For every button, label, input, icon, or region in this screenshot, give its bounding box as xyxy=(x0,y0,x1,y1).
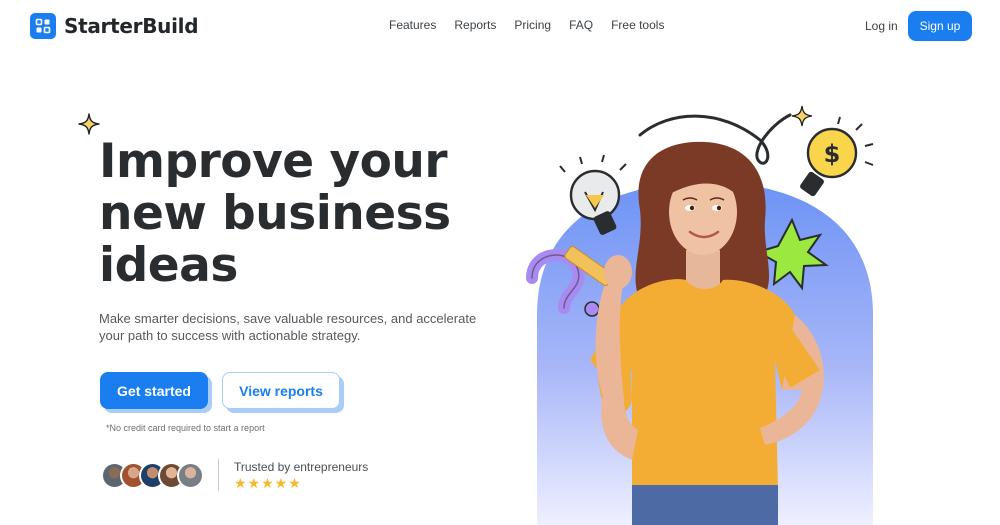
headline-line-2: new business xyxy=(99,186,451,241)
brand-logo[interactable]: StarterBuild xyxy=(30,13,199,39)
view-reports-button[interactable]: View reports xyxy=(222,372,340,409)
nav-link-reports[interactable]: Reports xyxy=(454,18,496,32)
trusted-by-text: Trusted by entrepreneurs xyxy=(234,460,369,474)
main-menu: Features Reports Pricing FAQ Free tools xyxy=(389,18,664,32)
dollar-lightbulb-icon: $ xyxy=(800,116,874,197)
nav-link-free-tools[interactable]: Free tools xyxy=(611,18,664,32)
headline-line-1: Improve your xyxy=(99,134,448,189)
rating-stars: ★★★★★ xyxy=(234,475,302,491)
hero-illustration: $ xyxy=(526,105,874,525)
avatar-group xyxy=(101,462,204,489)
sparkle-icon xyxy=(78,113,100,135)
hero-subtext: Make smarter decisions, save valuable re… xyxy=(99,311,477,343)
headline-line-3: ideas xyxy=(99,238,238,293)
no-credit-card-note: *No credit card required to start a repo… xyxy=(106,423,265,433)
avatar xyxy=(177,462,204,489)
sparkle-icon xyxy=(791,105,813,127)
login-link[interactable]: Log in xyxy=(865,19,898,33)
hero-headline: Improve your new business ideas xyxy=(99,136,519,292)
signup-button[interactable]: Sign up xyxy=(908,11,972,41)
nav-link-faq[interactable]: FAQ xyxy=(569,18,593,32)
nav-link-features[interactable]: Features xyxy=(389,18,436,32)
divider xyxy=(218,459,219,491)
logo-grid-icon xyxy=(30,13,56,39)
brand-name: StarterBuild xyxy=(64,14,199,38)
get-started-button[interactable]: Get started xyxy=(100,372,208,409)
nav-link-pricing[interactable]: Pricing xyxy=(514,18,551,32)
svg-text:$: $ xyxy=(824,140,841,168)
top-navigation: StarterBuild Features Reports Pricing FA… xyxy=(0,0,1000,52)
